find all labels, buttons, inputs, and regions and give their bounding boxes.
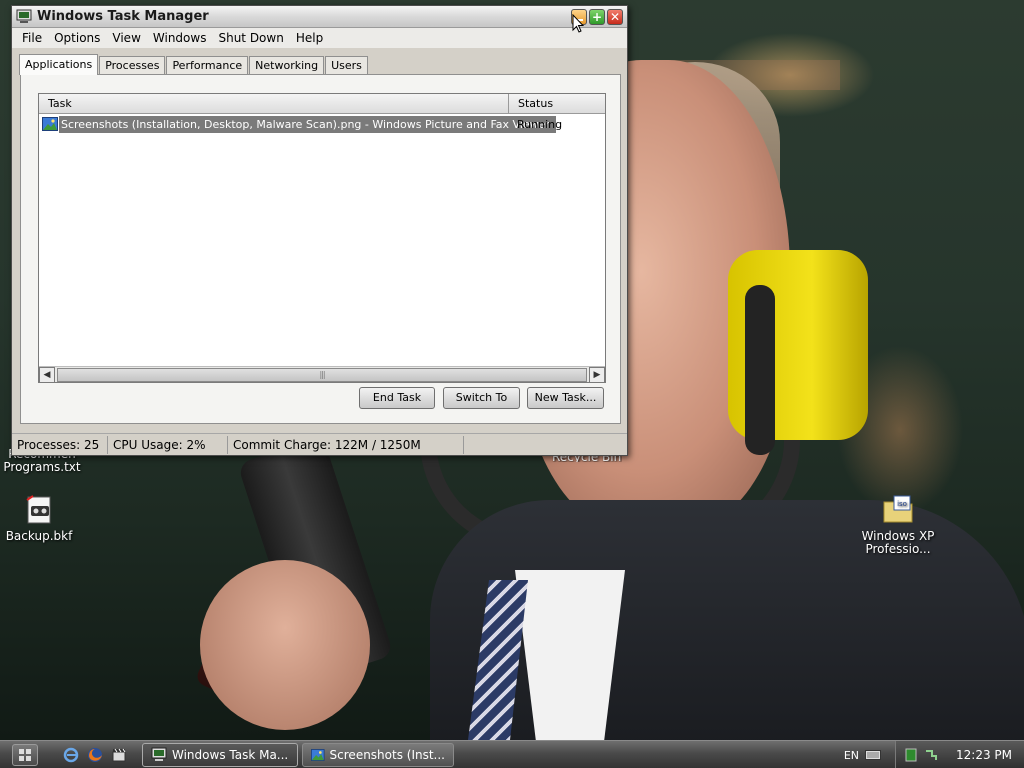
status-cpu-usage: CPU Usage: 2% (108, 435, 228, 454)
desktop-icon-backup[interactable]: Backup.bkf (0, 494, 84, 543)
task-list[interactable]: Task Status Screenshots (Installation, D… (38, 93, 606, 383)
maximize-button[interactable]: + (589, 8, 605, 25)
internet-explorer-icon (63, 747, 79, 762)
menu-windows[interactable]: Windows (147, 28, 213, 48)
menu-view[interactable]: View (106, 28, 146, 48)
keyboard-icon[interactable] (865, 749, 881, 761)
firefox-icon (88, 747, 102, 762)
menu-options[interactable]: Options (48, 28, 106, 48)
grip-icon: ||| (319, 370, 325, 379)
notification-area: 12:23 PM (895, 741, 1024, 768)
plus-icon: + (591, 9, 603, 24)
arrow-right-icon: ▶ (593, 369, 601, 380)
tab-networking[interactable]: Networking (249, 56, 325, 74)
title-bar[interactable]: Windows Task Manager + ✕ (12, 6, 627, 28)
quicklaunch-firefox[interactable] (86, 746, 104, 764)
svg-text:iso: iso (897, 500, 907, 508)
task-name: Screenshots (Installation, Desktop, Malw… (59, 115, 556, 133)
language-indicator[interactable]: EN (844, 749, 859, 762)
taskbar: Windows Task Ma... Screenshots (Inst... … (0, 740, 1024, 768)
system-tray: EN 12:23 PM (844, 741, 1024, 768)
tab-processes[interactable]: Processes (99, 56, 166, 74)
window-title: Windows Task Manager (37, 9, 209, 24)
quicklaunch-media[interactable] (110, 746, 128, 764)
backup-file-icon (26, 495, 51, 524)
column-header-status[interactable]: Status (509, 94, 605, 113)
monitor-tray-icon[interactable] (904, 748, 918, 762)
status-bar: Processes: 25 CPU Usage: 2% Commit Charg… (12, 433, 627, 455)
applications-panel: Task Status Screenshots (Installation, D… (20, 74, 621, 424)
task-list-header: Task Status (39, 94, 605, 114)
clock[interactable]: 12:23 PM (956, 748, 1012, 762)
menu-help[interactable]: Help (290, 28, 329, 48)
arrow-left-icon: ◀ (43, 369, 51, 380)
desktop-icon-label: Backup.bkf (5, 529, 73, 543)
status-commit-charge: Commit Charge: 122M / 1250M (228, 435, 464, 454)
taskbar-button-label: Screenshots (Inst... (329, 747, 445, 762)
table-row[interactable]: Screenshots (Installation, Desktop, Malw… (39, 115, 605, 133)
scroll-left-button[interactable]: ◀ (39, 366, 55, 383)
desktop-icon-label: Windows XP Professio... (861, 529, 935, 556)
switch-to-button[interactable]: Switch To (443, 387, 520, 409)
close-button[interactable]: ✕ (607, 8, 623, 25)
menu-file[interactable]: File (16, 28, 48, 48)
task-status: Running (517, 117, 563, 131)
desktop-icon-label: Programs.txt (3, 460, 81, 474)
close-icon: ✕ (609, 9, 621, 24)
media-clapper-icon (112, 748, 126, 761)
menu-shut-down[interactable]: Shut Down (212, 28, 289, 48)
tab-applications[interactable]: Applications (19, 54, 99, 75)
network-tray-icon[interactable] (924, 748, 938, 762)
desktop-icon-windows-xp-iso[interactable]: iso Windows XP Professio... (852, 494, 944, 556)
end-task-button[interactable]: End Task (359, 387, 435, 409)
status-processes: Processes: 25 (12, 435, 108, 454)
column-header-task[interactable]: Task (39, 94, 509, 113)
horizontal-scrollbar[interactable]: ◀ ||| ▶ (39, 366, 605, 383)
mouse-cursor-icon (572, 14, 584, 33)
picture-viewer-icon (42, 117, 58, 131)
task-manager-window: Windows Task Manager + ✕ File Options Vi… (11, 5, 628, 456)
scroll-right-button[interactable]: ▶ (589, 366, 605, 383)
scrollbar-thumb[interactable]: ||| (57, 367, 587, 382)
taskbar-button-label: Windows Task Ma... (172, 747, 289, 762)
task-manager-icon (16, 9, 32, 23)
task-manager-icon (151, 747, 167, 761)
quicklaunch-ie[interactable] (62, 746, 80, 764)
start-button[interactable] (12, 743, 38, 766)
tab-users[interactable]: Users (325, 56, 368, 74)
start-grid-icon (19, 748, 31, 761)
taskbar-button-screenshots[interactable]: Screenshots (Inst... (302, 742, 454, 767)
taskbar-button-task-manager[interactable]: Windows Task Ma... (142, 742, 298, 767)
picture-viewer-icon (311, 748, 325, 761)
iso-file-icon: iso (883, 495, 913, 523)
menu-bar: File Options View Windows Shut Down Help (12, 28, 627, 48)
new-task-button[interactable]: New Task... (527, 387, 604, 409)
tab-strip: Applications Processes Performance Netwo… (19, 54, 369, 75)
task-cell: Screenshots (Installation, Desktop, Malw… (39, 115, 556, 133)
tab-performance[interactable]: Performance (166, 56, 249, 74)
